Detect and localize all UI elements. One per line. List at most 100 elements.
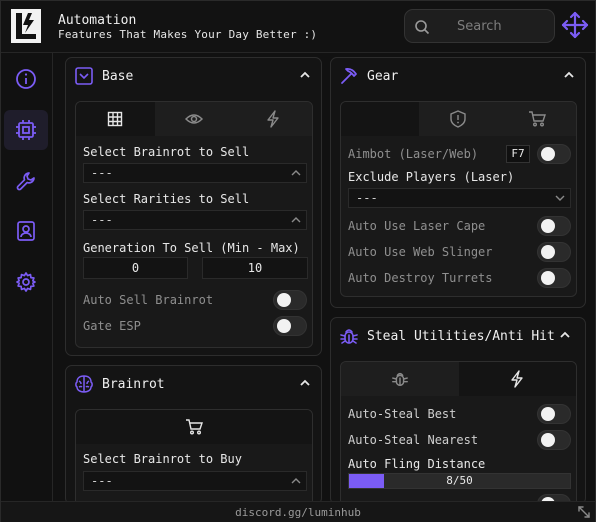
chevron-up-icon[interactable] [563,69,575,81]
exclude-players-dropdown[interactable]: --- [348,188,571,208]
generation-min-input[interactable]: 0 [83,257,188,279]
tab-shop[interactable] [76,410,312,444]
steal-best-toggle[interactable] [537,404,571,424]
resize-icon[interactable] [577,505,591,519]
web-slinger-label: Auto Use Web Slinger [348,245,493,259]
generation-max-input[interactable]: 10 [202,257,308,279]
brainrot-panel-title: Brainrot [102,377,165,392]
tab-eye[interactable] [154,102,234,136]
fling-distance-label: Auto Fling Distance [348,457,486,471]
info-icon [16,69,36,89]
steal-tabs [341,362,576,396]
exclude-players-label: Exclude Players (Laser) [348,170,515,184]
laser-cape-label: Auto Use Laser Cape [348,219,486,233]
gear-panel-title: Gear [367,69,399,84]
tab-shop[interactable] [497,102,576,136]
exclude-players-value: --- [356,191,378,205]
search-input[interactable]: Search [404,9,555,43]
base-panel-header[interactable]: Base [66,58,321,94]
chevron-up-icon[interactable] [299,69,311,81]
grid-icon [108,111,123,127]
bug-icon [391,372,408,387]
cart-icon [186,419,203,435]
inbox-icon [75,67,93,85]
cart-icon [528,111,546,127]
search-icon [415,20,430,35]
eye-icon [185,114,203,124]
sidebar-item-tools[interactable] [4,161,48,201]
chip-icon [16,120,36,140]
select-brainrot-buy-value: --- [91,474,113,488]
select-rarities-value: --- [91,213,113,227]
select-brainrot-sell-dropdown[interactable]: --- [83,163,307,183]
shield-icon [450,110,467,128]
chevron-down-icon [555,195,565,201]
chevron-up-icon[interactable] [559,329,571,341]
select-brainrot-buy-label: Select Brainrot to Buy [83,452,242,466]
brainrot-inner-card: Select Brainrot to Buy --- [75,409,313,504]
steal-nearest-toggle[interactable] [537,430,571,450]
aimbot-keybind[interactable]: F7 [506,145,530,163]
brain-icon [75,375,93,393]
tab-bolt[interactable] [233,102,312,136]
tab-bolt[interactable] [458,362,576,396]
wrench-icon [16,172,35,191]
footer: discord.gg/luminhub [1,501,595,522]
contact-icon [17,221,35,241]
base-panel-title: Base [102,69,134,84]
select-brainrot-sell-label: Select Brainrot to Sell [83,145,250,159]
app-window: Automation Features That Makes Your Day … [0,0,596,522]
chevron-up-icon [291,478,301,484]
web-slinger-toggle[interactable] [537,242,571,262]
move-icon[interactable] [561,11,589,39]
page-subtitle: Features That Makes Your Day Better :) [58,28,318,41]
search-placeholder: Search [457,19,502,34]
laser-cape-toggle[interactable] [537,216,571,236]
auto-sell-label: Auto Sell Brainrot [83,293,214,307]
gate-esp-label: Gate ESP [83,319,141,333]
chevron-up-icon [291,217,301,223]
select-brainrot-buy-dropdown[interactable]: --- [83,471,307,491]
brainrot-panel: Brainrot Select Brainrot to Buy --- [65,365,322,505]
steal-best-label: Auto-Steal Best [348,407,457,421]
sidebar-item-profile[interactable] [4,211,48,251]
gate-esp-toggle[interactable] [273,316,307,336]
tab-grid[interactable] [76,102,155,136]
select-brainrot-sell-value: --- [91,166,113,180]
steal-nearest-label: Auto-Steal Nearest [348,433,479,447]
fling-distance-slider[interactable]: 8/50 [348,473,571,489]
brainrot-tabs [76,410,312,444]
aimbot-label: Aimbot (Laser/Web) [348,147,479,161]
gear-panel: Gear Aimbot (Laser/Web) F7 Exclude Playe… [330,57,586,308]
tab-bug[interactable] [341,362,459,396]
steal-panel-header[interactable]: Steal Utilities/Anti Hit [331,318,585,354]
bug-icon [340,329,358,344]
select-rarities-dropdown[interactable]: --- [83,210,307,230]
brainrot-panel-header[interactable]: Brainrot [66,366,321,402]
sidebar [1,53,53,501]
aimbot-toggle[interactable] [537,144,571,164]
auto-sell-toggle[interactable] [273,290,307,310]
chevron-up-icon[interactable] [299,377,311,389]
destroy-turrets-toggle[interactable] [537,268,571,288]
page-title: Automation [58,13,137,28]
steal-panel-title: Steal Utilities/Anti Hit [367,329,555,344]
pickaxe-icon [341,67,357,84]
gear-inner-card: Aimbot (Laser/Web) F7 Exclude Players (L… [340,101,577,297]
tab-main[interactable] [341,102,420,136]
gear-panel-header[interactable]: Gear [331,58,585,94]
sidebar-item-settings[interactable] [4,262,48,302]
logo-icon [11,9,41,43]
steal-panel: Steal Utilities/Anti Hit Auto-Steal Best… [330,317,586,505]
base-panel: Base Select Brainrot to Sell --- Select … [65,57,322,356]
bolt-icon [266,110,279,128]
steal-inner-card: Auto-Steal Best Auto-Steal Nearest Auto … [340,361,577,504]
discord-link[interactable]: discord.gg/luminhub [1,506,595,519]
header: Automation Features That Makes Your Day … [1,1,595,53]
gear-icon [16,272,36,292]
tab-shield[interactable] [419,102,498,136]
sidebar-item-info[interactable] [4,59,48,99]
base-tabs [76,102,312,136]
sidebar-item-automation[interactable] [4,110,48,150]
destroy-turrets-label: Auto Destroy Turrets [348,271,493,285]
